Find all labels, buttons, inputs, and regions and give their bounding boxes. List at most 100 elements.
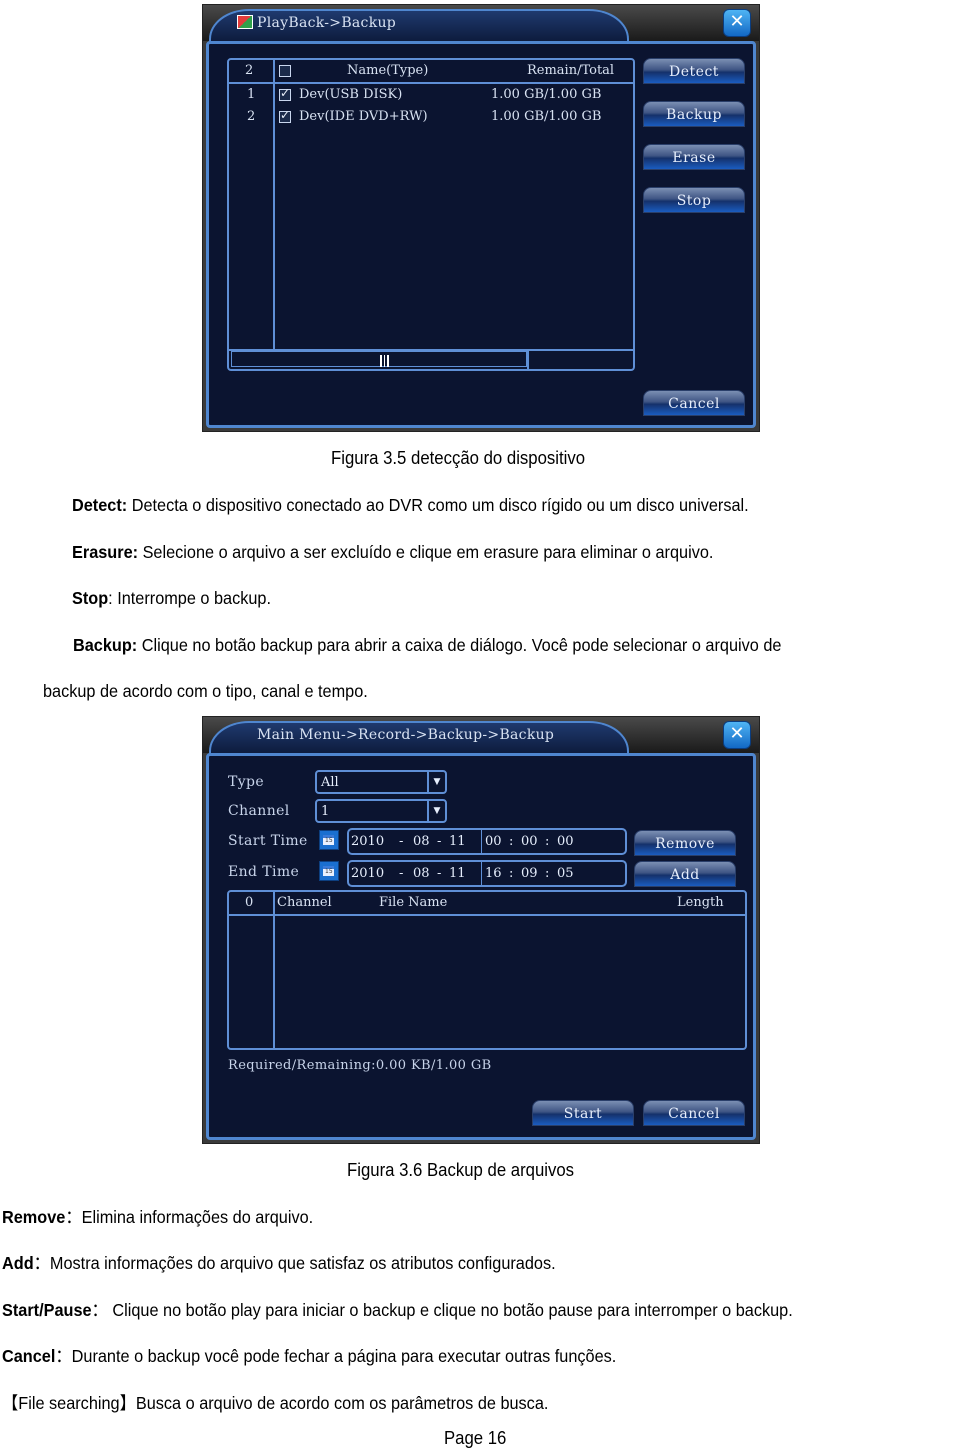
start-second[interactable]: 00 bbox=[557, 834, 574, 849]
term: Remove bbox=[2, 1207, 66, 1227]
device-list: 2 Name(Type) Remain/Total 1 Dev(USB DISK… bbox=[227, 58, 635, 371]
remove-button[interactable]: Remove bbox=[634, 830, 736, 856]
device-name: Dev(IDE DVD+RW) bbox=[299, 109, 428, 124]
term: Add bbox=[2, 1253, 34, 1273]
date-separator: - bbox=[437, 866, 442, 881]
paragraph-file-searching: 【File searching】Busca o arquivo de acord… bbox=[2, 1392, 548, 1414]
start-month[interactable]: 08 bbox=[413, 834, 430, 849]
cancel-button[interactable]: Cancel bbox=[643, 390, 745, 416]
channel-select[interactable]: 1 ▼ bbox=[315, 799, 447, 823]
device-checkbox[interactable] bbox=[279, 86, 291, 102]
paragraph-remove: Remove：Elimina informações do arquivo. bbox=[2, 1206, 313, 1228]
close-icon[interactable]: ✕ bbox=[723, 9, 751, 37]
cancel-button[interactable]: Cancel bbox=[643, 1100, 745, 1126]
field-divider bbox=[481, 862, 482, 885]
time-separator: : bbox=[509, 866, 514, 881]
scrollbar-track-divider bbox=[527, 351, 529, 369]
device-list-header: 2 Name(Type) Remain/Total bbox=[229, 60, 633, 84]
description: ：Mostra informações do arquivo que satis… bbox=[33, 1253, 556, 1273]
end-year[interactable]: 2010 bbox=[351, 866, 384, 881]
column-name-type: Name(Type) bbox=[347, 63, 429, 78]
description: ：Durante o backup você pode fechar a pág… bbox=[55, 1346, 617, 1366]
paragraph-start-pause: Start/Pause： Clique no botão play para i… bbox=[2, 1299, 793, 1321]
erase-button[interactable]: Erase bbox=[643, 144, 745, 170]
dialog-body: Type All ▼ Channel 1 ▼ Start Time 15 201… bbox=[206, 753, 756, 1140]
device-checkbox[interactable] bbox=[279, 108, 291, 124]
dialog-body: 2 Name(Type) Remain/Total 1 Dev(USB DISK… bbox=[206, 41, 756, 428]
calendar-day: 15 bbox=[325, 837, 333, 844]
end-datetime-field[interactable]: 2010 - 08 - 11 16 : 09 : 05 bbox=[347, 860, 627, 887]
description: ： Clique no botão play para iniciar o ba… bbox=[91, 1300, 793, 1320]
column-file-name: File Name bbox=[379, 895, 448, 910]
column-divider bbox=[273, 892, 275, 1048]
figure-caption: Figura 3.5 detecção do dispositivo bbox=[331, 448, 586, 468]
select-all-checkbox[interactable] bbox=[279, 63, 291, 78]
column-remain-total: Remain/Total bbox=[527, 63, 615, 78]
end-minute[interactable]: 09 bbox=[521, 866, 538, 881]
scrollbar-grip-icon bbox=[380, 355, 389, 367]
stop-button[interactable]: Stop bbox=[643, 187, 745, 213]
end-day[interactable]: 11 bbox=[449, 866, 466, 881]
chevron-down-icon: ▼ bbox=[427, 801, 445, 821]
column-divider bbox=[273, 60, 275, 349]
record-backup-dialog: Main Menu->Record->Backup->Backup ✕ Type… bbox=[202, 716, 760, 1144]
close-icon[interactable]: ✕ bbox=[723, 721, 751, 749]
description: Detecta o dispositivo conectado ao DVR c… bbox=[127, 495, 749, 515]
add-button[interactable]: Add bbox=[634, 861, 736, 887]
device-name: Dev(USB DISK) bbox=[299, 87, 403, 102]
end-month[interactable]: 08 bbox=[413, 866, 430, 881]
calendar-icon[interactable]: 15 bbox=[319, 861, 339, 881]
term: Erasure: bbox=[72, 542, 139, 562]
description: 【File searching】Busca o arquivo de acord… bbox=[2, 1393, 549, 1413]
date-separator: - bbox=[399, 866, 404, 881]
device-index: 1 bbox=[247, 87, 256, 102]
dialog-title: PlayBack->Backup bbox=[257, 15, 397, 31]
term: Start/Pause bbox=[2, 1300, 92, 1320]
start-button[interactable]: Start bbox=[532, 1100, 634, 1126]
paragraph-backup-cont: backup de acordo com o tipo, canal e tem… bbox=[43, 680, 368, 702]
horizontal-scrollbar[interactable] bbox=[229, 349, 633, 369]
calendar-icon[interactable]: 15 bbox=[319, 830, 339, 850]
required-remaining-status: Required/Remaining:0.00 KB/1.00 GB bbox=[228, 1058, 492, 1073]
column-length: Length bbox=[677, 895, 724, 910]
start-time-label: Start Time bbox=[228, 833, 308, 849]
channel-label: Channel bbox=[228, 803, 290, 819]
end-time-label: End Time bbox=[228, 864, 300, 880]
term: Cancel bbox=[2, 1346, 56, 1366]
device-count: 2 bbox=[245, 63, 254, 78]
file-list-header: 0 Channel File Name Length bbox=[229, 892, 745, 916]
column-channel: Channel bbox=[277, 895, 332, 910]
detect-button[interactable]: Detect bbox=[643, 58, 745, 84]
dialog-title: Main Menu->Record->Backup->Backup bbox=[257, 727, 555, 743]
end-second[interactable]: 05 bbox=[557, 866, 574, 881]
calendar-day: 15 bbox=[325, 868, 333, 875]
backup-button[interactable]: Backup bbox=[643, 101, 745, 127]
playback-backup-dialog: PlayBack->Backup ✕ 2 Name(Type) Remain/T… bbox=[202, 4, 760, 432]
start-year[interactable]: 2010 bbox=[351, 834, 384, 849]
term: Backup: bbox=[73, 635, 138, 655]
end-hour[interactable]: 16 bbox=[485, 866, 502, 881]
paragraph-stop: Stop: Interrompe o backup. bbox=[72, 587, 271, 609]
type-value: All bbox=[321, 775, 339, 790]
description: : Interrompe o backup. bbox=[108, 588, 272, 608]
date-separator: - bbox=[437, 834, 442, 849]
scrollbar-thumb[interactable] bbox=[231, 351, 527, 367]
field-divider bbox=[481, 830, 482, 853]
description: backup de acordo com o tipo, canal e tem… bbox=[43, 681, 368, 701]
start-day[interactable]: 11 bbox=[449, 834, 466, 849]
description: ：Elimina informações do arquivo. bbox=[65, 1207, 314, 1227]
time-separator: : bbox=[545, 866, 550, 881]
paragraph-add: Add：Mostra informações do arquivo que sa… bbox=[2, 1252, 556, 1274]
paragraph-erasure: Erasure: Selecione o arquivo a ser exclu… bbox=[72, 541, 713, 563]
type-select[interactable]: All ▼ bbox=[315, 770, 447, 794]
time-separator: : bbox=[509, 834, 514, 849]
device-index: 2 bbox=[247, 109, 256, 124]
term: Detect: bbox=[72, 495, 128, 515]
time-separator: : bbox=[545, 834, 550, 849]
start-minute[interactable]: 00 bbox=[521, 834, 538, 849]
description: Selecione o arquivo a ser excluído e cli… bbox=[138, 542, 714, 562]
start-datetime-field[interactable]: 2010 - 08 - 11 00 : 00 : 00 bbox=[347, 828, 627, 855]
paragraph-detect: Detect: Detecta o dispositivo conectado … bbox=[72, 494, 749, 516]
start-hour[interactable]: 00 bbox=[485, 834, 502, 849]
figure-caption: Figura 3.6 Backup de arquivos bbox=[347, 1160, 575, 1180]
